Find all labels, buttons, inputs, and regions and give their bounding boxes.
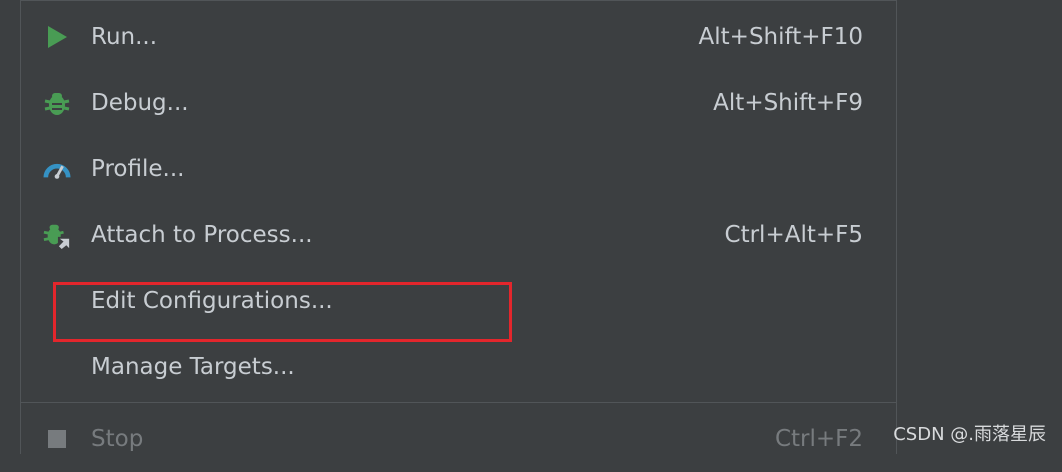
menu-item-label: Attach to Process...	[91, 222, 313, 248]
menu-item-label: Debug...	[91, 90, 189, 116]
menu-item-manage-targets[interactable]: Manage Targets...	[21, 334, 897, 400]
run-menu: Run... Alt+Shift+F10 Debug... Alt+Shift+…	[20, 0, 897, 454]
menu-item-label: Stop	[91, 426, 144, 452]
menu-item-attach-to-process[interactable]: Attach to Process... Ctrl+Alt+F5	[21, 202, 897, 268]
menu-item-shortcut: Ctrl+F2	[774, 426, 863, 452]
menu-item-label: Profile...	[91, 156, 185, 182]
attach-process-icon	[43, 221, 71, 249]
stop-icon	[43, 425, 71, 453]
menu-item-debug[interactable]: Debug... Alt+Shift+F9	[21, 70, 897, 136]
highlight-annotation-box	[53, 282, 512, 342]
watermark: CSDN @.雨落星辰	[893, 424, 1046, 445]
run-icon	[43, 23, 71, 51]
menu-item-shortcut: Ctrl+Alt+F5	[724, 222, 863, 248]
menu-separator	[21, 402, 897, 403]
menu-item-label: Run...	[91, 24, 158, 50]
profile-icon	[43, 155, 71, 183]
menu-item-shortcut: Alt+Shift+F10	[698, 24, 863, 50]
debug-icon	[43, 89, 71, 117]
menu-item-label: Manage Targets...	[91, 354, 295, 380]
menu-item-shortcut: Alt+Shift+F9	[713, 90, 863, 116]
menu-item-run[interactable]: Run... Alt+Shift+F10	[21, 4, 897, 70]
menu-item-profile[interactable]: Profile...	[21, 136, 897, 202]
menu-item-stop[interactable]: Stop Ctrl+F2	[21, 406, 897, 472]
